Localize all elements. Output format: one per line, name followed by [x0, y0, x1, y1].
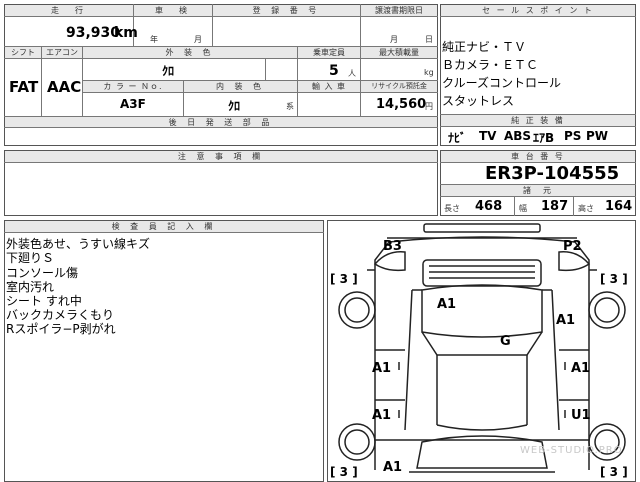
equipment-item: ﾅﾋﾞ [448, 131, 467, 145]
watermark: WEB-STUDIO.PRO [520, 445, 623, 456]
capacity-value: 5 [329, 63, 339, 79]
mileage-header: 走 行 [5, 5, 133, 16]
length-label: 長さ [444, 204, 460, 213]
aircon-header: エアコン [42, 47, 82, 58]
recycle-unit: 円 [425, 102, 433, 111]
import-header: 輸 入 車 [298, 81, 360, 92]
transfer-header: 譲渡書期限日 [361, 5, 437, 16]
sales-point: 純正ナビ・ＴＶ [442, 40, 527, 54]
capacity-unit: 人 [348, 69, 356, 78]
registration-header: 登 録 番 号 [213, 5, 360, 16]
load-header: 最大積載量 [361, 47, 437, 58]
ext-color-header: 外 装 色 [83, 47, 297, 58]
equipment-item: PS [564, 129, 582, 143]
color-no-header: カ ラ ー Ｎｏ. [83, 81, 183, 92]
aircon-value: AAC [47, 78, 82, 96]
notes-header: 注 意 事 項 欄 [5, 151, 437, 162]
width-label: 幅 [519, 204, 527, 213]
height-value: 164 [605, 199, 633, 214]
transfer-month: 月 [390, 35, 398, 44]
damage-mark-left-rear-door: A1 [372, 408, 392, 423]
equipment-header: 純 正 装 備 [441, 115, 635, 126]
int-color-unit: 系 [286, 102, 294, 111]
damage-mark-roof: G [500, 334, 511, 349]
height-label: 高さ [578, 204, 594, 213]
inspector-header: 検 査 員 記 入 欄 [5, 221, 323, 232]
damage-mark-rear-quarter: A1 [383, 460, 403, 475]
sales-point: クルーズコントロール [442, 76, 562, 90]
damage-mark-bumper-front-left: B3 [383, 239, 402, 254]
inspection-header: 車 検 [134, 5, 212, 16]
shift-value: FAT [9, 78, 39, 96]
dims-header: 諸 元 [441, 185, 635, 196]
equipment-item: PW [586, 129, 609, 143]
sales-point: スタットレス [442, 94, 515, 108]
damage-mark-right-front-fender: A1 [556, 313, 576, 328]
chassis-number: ER3P-104555 [485, 163, 620, 184]
damage-mark-right-rear-door: U1 [571, 408, 591, 423]
damage-mark-hood: A1 [437, 297, 457, 312]
color-no-value: A3F [120, 97, 146, 111]
tire-rear-left-grade: [ 3 ] [330, 465, 358, 479]
capacity-header: 乗車定員 [298, 47, 360, 58]
tire-rear-right-grade: [ 3 ] [600, 465, 628, 479]
tire-front-right-grade: [ 3 ] [600, 272, 628, 286]
equipment-item: TV [479, 129, 497, 143]
sales-header: セ ー ル ス ポ イ ン ト [441, 5, 635, 16]
inspection-month: 月 [194, 35, 202, 44]
ext-color-value: ｸﾛ [162, 64, 175, 78]
chassis-header: 車 台 番 号 [441, 151, 635, 162]
load-unit: kg [424, 68, 434, 77]
mileage-value: 93,930 [66, 25, 121, 41]
equipment-item: ABS [504, 129, 532, 143]
inspection-year: 年 [150, 35, 158, 44]
int-color-header: 内 装 色 [184, 81, 297, 92]
shift-header: シフト [5, 47, 41, 58]
width-value: 187 [541, 199, 569, 214]
damage-mark-bumper-front-right: P2 [563, 239, 582, 254]
damage-mark-left-front-door: A1 [372, 361, 392, 376]
damage-mark-right-front-door: A1 [571, 361, 591, 376]
mileage-unit: km [114, 25, 138, 41]
length-value: 468 [475, 199, 503, 214]
recycle-header: リサイクル預託金 [361, 81, 437, 92]
inspector-line: Rスポイラ−P剥がれ [6, 322, 116, 336]
int-color-value: ｸﾛ [228, 99, 241, 113]
equipment-item: ｴｱB [533, 131, 555, 145]
transfer-day: 日 [425, 35, 433, 44]
tire-front-left-grade: [ 3 ] [330, 272, 358, 286]
recycle-value: 14,560 [376, 97, 427, 112]
sales-point: Ｂカメラ・ＥＴＣ [442, 58, 539, 72]
car-outline [338, 223, 626, 473]
